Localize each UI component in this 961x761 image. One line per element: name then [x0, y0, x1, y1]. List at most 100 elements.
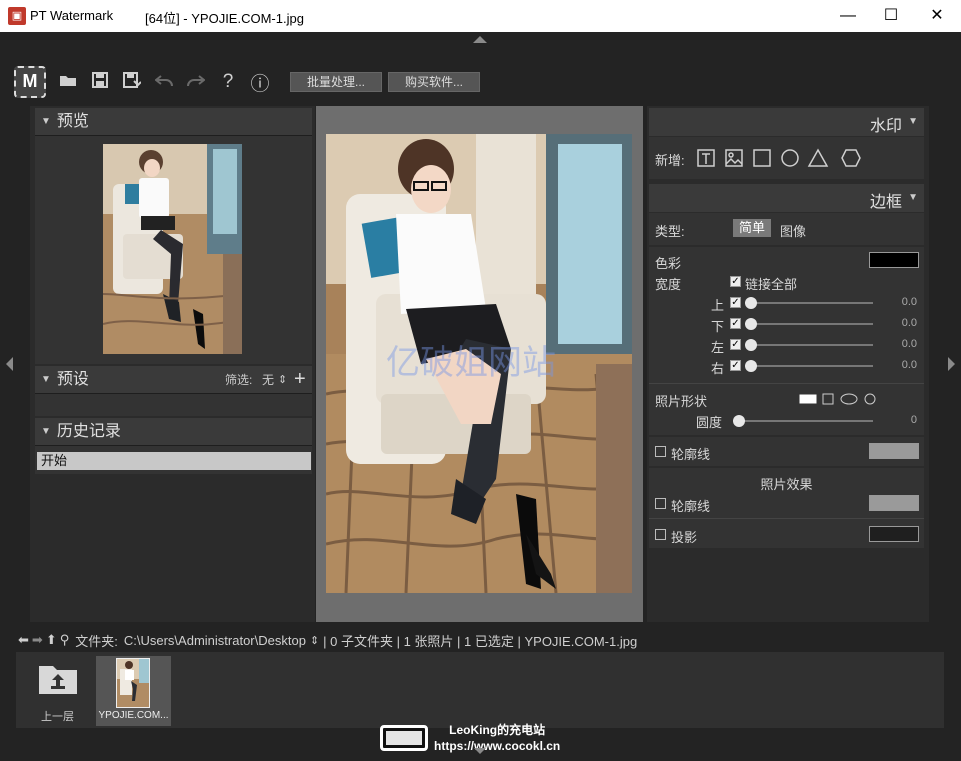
- shape-circle-icon[interactable]: [864, 391, 876, 407]
- save-as-icon[interactable]: [116, 71, 148, 93]
- minimize-button[interactable]: —: [825, 0, 871, 32]
- border-settings: 色彩 宽度 ✓ 链接全部 上 ✓ 0.0 下 ✓ 0.0 左 ✓ 0.0 右 ✓…: [649, 247, 924, 435]
- parent-folder-item[interactable]: 上一层: [20, 656, 95, 726]
- link-all-checkbox[interactable]: ✓: [730, 276, 741, 287]
- undo-icon[interactable]: [148, 72, 180, 92]
- right-panel: 水印 ▼ 新增: 边框 ▼ 类型: 简单 图像 色彩 宽度 ✓ 链接全部 上 ✓…: [647, 106, 929, 622]
- help-icon[interactable]: ?: [212, 71, 244, 93]
- presets-header[interactable]: ▼ 预设 筛选: 无 ⇕ +: [35, 366, 312, 394]
- preview-header[interactable]: ▼ 预览: [35, 108, 312, 136]
- info-icon[interactable]: ⓘ: [244, 69, 276, 96]
- history-item[interactable]: 开始: [37, 452, 311, 470]
- left-panel: ▼ 预览 ▼ 预设 筛选: 无 ⇕ + ▼ 历史记录 开始: [30, 106, 315, 622]
- up-arrow-icon[interactable]: ⬆: [46, 632, 57, 648]
- add-triangle-icon[interactable]: [809, 148, 827, 168]
- border-type-row: 类型: 简单 图像: [649, 213, 924, 245]
- border-color-swatch[interactable]: [869, 252, 919, 268]
- folder-up-icon: [39, 666, 77, 694]
- search-icon[interactable]: ⚲: [60, 632, 70, 648]
- border-header[interactable]: 边框 ▼: [649, 184, 924, 212]
- shape-rectangle-icon[interactable]: [799, 391, 817, 407]
- folder-path[interactable]: C:\Users\Administrator\Desktop: [124, 633, 306, 648]
- collapse-triangle-icon: ▼: [41, 374, 51, 385]
- file-thumbnail-item[interactable]: YPOJIE.COM...: [96, 656, 171, 726]
- app-name: PT Watermark: [30, 8, 114, 23]
- effect-outline-checkbox[interactable]: [655, 498, 666, 509]
- outline-label: 轮廓线: [671, 447, 711, 462]
- add-hexagon-icon[interactable]: [839, 148, 857, 168]
- preview-title: 预览: [56, 113, 89, 131]
- folder-path-dropdown-icon[interactable]: ⇕: [310, 634, 319, 647]
- side-right-slider-knob[interactable]: [745, 360, 757, 372]
- watermark-line-2: https://www.cocokl.cn: [434, 739, 561, 753]
- type-simple-button[interactable]: 简单: [733, 219, 772, 237]
- side-bottom-slider-knob[interactable]: [745, 318, 757, 330]
- collapse-filmstrip-arrow-icon[interactable]: [474, 748, 486, 754]
- width-label: 宽度: [655, 277, 682, 292]
- add-rectangle-icon[interactable]: [753, 148, 771, 168]
- collapse-triangle-icon: ▼: [41, 116, 51, 127]
- side-top-slider[interactable]: [747, 302, 873, 304]
- collapse-left-arrow-icon[interactable]: [6, 357, 13, 371]
- buy-software-button[interactable]: 购买软件...: [388, 72, 481, 92]
- back-arrow-icon[interactable]: ⬅: [18, 632, 29, 648]
- history-header[interactable]: ▼ 历史记录: [35, 418, 312, 446]
- shape-square-icon[interactable]: [822, 391, 834, 407]
- history-title: 历史记录: [56, 423, 121, 441]
- add-preset-button[interactable]: +: [294, 365, 306, 393]
- outline-checkbox[interactable]: [655, 446, 666, 457]
- shape-ellipse-icon[interactable]: [841, 391, 857, 407]
- outline-row: 轮廓线: [649, 437, 924, 466]
- path-bar: ⬅ ➡ ⬆ ⚲ 文件夹: C:\Users\Administrator\Desk…: [18, 630, 637, 650]
- shadow-checkbox[interactable]: [655, 529, 666, 540]
- roundness-slider[interactable]: [737, 420, 873, 422]
- battery-icon: [380, 725, 428, 751]
- maximize-button[interactable]: ☐: [868, 0, 914, 32]
- add-text-watermark-icon[interactable]: [697, 148, 715, 168]
- side-bottom-slider[interactable]: [747, 323, 873, 325]
- photo-effects-section: 照片效果 轮廓线 投影: [649, 468, 924, 548]
- roundness-slider-knob[interactable]: [733, 415, 745, 427]
- collapse-toolbar-arrow-icon[interactable]: [473, 36, 487, 43]
- type-image-button[interactable]: 图像: [780, 221, 806, 240]
- close-button[interactable]: ✕: [914, 0, 960, 32]
- side-left-slider[interactable]: [747, 344, 873, 346]
- side-bottom-label: 下: [711, 319, 725, 334]
- shadow-color-swatch[interactable]: [869, 526, 919, 542]
- folder-label: 文件夹:: [75, 633, 118, 649]
- side-right-value: 0.0: [901, 359, 917, 371]
- side-bottom-checkbox[interactable]: ✓: [730, 318, 741, 329]
- toolbar: M ? ⓘ 批量处理... 购买软件...: [14, 66, 481, 98]
- watermark-text-overlay[interactable]: 亿破姐网站: [386, 343, 556, 383]
- file-thumbnail-image: [116, 658, 150, 708]
- collapse-triangle-icon: ▼: [908, 192, 918, 203]
- side-top-checkbox[interactable]: ✓: [730, 297, 741, 308]
- side-left-slider-knob[interactable]: [745, 339, 757, 351]
- save-icon[interactable]: [84, 71, 116, 93]
- redo-icon[interactable]: [180, 72, 212, 92]
- forward-arrow-icon[interactable]: ➡: [32, 632, 43, 648]
- app-logo[interactable]: M: [14, 66, 46, 98]
- side-left-checkbox[interactable]: ✓: [730, 339, 741, 350]
- batch-process-button[interactable]: 批量处理...: [290, 72, 383, 92]
- side-right-checkbox[interactable]: ✓: [730, 360, 741, 371]
- presets-title: 预设: [56, 371, 89, 389]
- filter-dropdown-icon[interactable]: ⇕: [278, 366, 287, 394]
- folder-open-icon[interactable]: [52, 72, 84, 92]
- watermark-add-row: 新增:: [649, 137, 924, 179]
- add-label: 新增:: [655, 153, 685, 168]
- collapse-triangle-icon: ▼: [41, 426, 51, 437]
- watermark-header[interactable]: 水印 ▼: [649, 108, 924, 136]
- roundness-value: 0: [910, 414, 917, 426]
- side-bottom-value: 0.0: [901, 317, 917, 329]
- filter-value[interactable]: 无: [262, 366, 274, 394]
- collapse-right-arrow-icon[interactable]: [948, 357, 955, 371]
- add-circle-icon[interactable]: [781, 148, 799, 168]
- effect-outline-color-swatch[interactable]: [869, 495, 919, 511]
- side-top-slider-knob[interactable]: [745, 297, 757, 309]
- side-right-slider[interactable]: [747, 365, 873, 367]
- add-image-watermark-icon[interactable]: [725, 148, 743, 168]
- image-canvas[interactable]: 亿破姐网站: [316, 106, 643, 622]
- collapse-triangle-icon: ▼: [908, 116, 918, 127]
- outline-color-swatch[interactable]: [869, 443, 919, 459]
